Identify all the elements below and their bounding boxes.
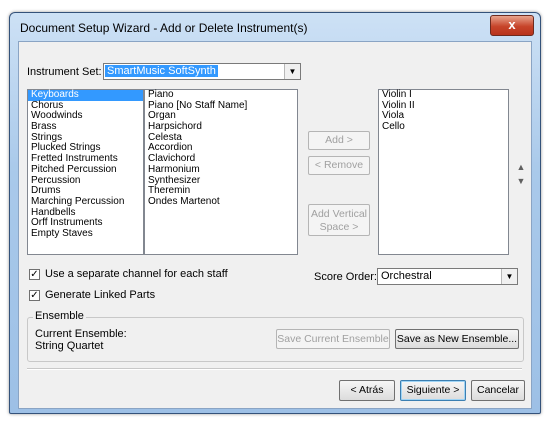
score-order-label: Score Order: — [314, 271, 377, 283]
family-list-item[interactable]: Empty Staves — [28, 228, 143, 240]
add-button-label: Add > — [325, 134, 353, 146]
instrument-set-select[interactable]: SmartMusic SoftSynth ▼ — [103, 63, 301, 80]
cancel-button[interactable]: Cancelar — [471, 380, 525, 401]
save-new-ensemble-label: Save as New Ensemble... — [396, 333, 518, 345]
dialog-body: Instrument Set: SmartMusic SoftSynth ▼ K… — [18, 41, 532, 409]
selected-instrument-list-item[interactable]: Cello — [379, 121, 508, 133]
back-button[interactable]: < Atrás — [339, 380, 395, 401]
instrument-set-value: SmartMusic SoftSynth — [105, 65, 218, 77]
close-button[interactable]: x — [490, 15, 534, 36]
family-list-item[interactable]: Marching Percussion — [28, 196, 143, 208]
linked-parts-label: Generate Linked Parts — [45, 289, 156, 301]
instrument-list[interactable]: Piano Piano [No Staff Name] Organ Harpsicho… — [144, 89, 298, 255]
score-order-select[interactable]: Orchestral ▼ — [377, 268, 518, 285]
instrument-list-item[interactable]: Harmonium — [145, 164, 297, 176]
move-up-icon[interactable]: ▲ — [516, 162, 526, 172]
dialog-window: Document Setup Wizard - Add or Delete In… — [9, 12, 541, 414]
save-current-ensemble-button[interactable]: Save Current Ensemble — [276, 329, 390, 349]
save-current-ensemble-label: Save Current Ensemble — [277, 333, 389, 345]
separate-channel-label: Use a separate channel for each staff — [45, 268, 228, 280]
cancel-button-label: Cancelar — [476, 384, 520, 396]
add-vertical-space-label-1: Add Vertical — [310, 208, 368, 220]
next-button[interactable]: Siguiente > — [400, 380, 466, 401]
instrument-set-label: Instrument Set: — [27, 66, 102, 78]
remove-button-label: < Remove — [314, 159, 364, 171]
current-ensemble-value: String Quartet — [35, 340, 104, 352]
remove-button[interactable]: < Remove — [308, 156, 370, 175]
close-icon: x — [508, 17, 516, 32]
chevron-down-icon[interactable]: ▼ — [284, 64, 300, 79]
separator — [27, 368, 522, 370]
separate-channel-checkbox[interactable]: ✓ — [29, 269, 40, 280]
ensemble-group-label: Ensemble — [33, 310, 86, 322]
current-ensemble-label: Current Ensemble: — [35, 328, 127, 340]
next-button-label: Siguiente > — [406, 384, 460, 396]
add-vertical-space-label-2: Space > — [319, 221, 359, 233]
family-list-item[interactable]: Pitched Percussion — [28, 164, 143, 176]
title-bar[interactable]: Document Setup Wizard - Add or Delete In… — [10, 13, 540, 41]
selected-instruments-list[interactable]: Violin I Violin II Viola Cello — [378, 89, 509, 255]
score-order-value: Orchestral — [381, 270, 432, 282]
linked-parts-checkbox[interactable]: ✓ — [29, 290, 40, 301]
family-list[interactable]: Keyboards Chorus Woodwinds Brass Strings Pluc… — [27, 89, 144, 255]
add-button[interactable]: Add > — [308, 131, 370, 150]
add-vertical-space-button[interactable]: Add Vertical Space > — [308, 204, 370, 236]
move-down-icon[interactable]: ▼ — [516, 176, 526, 186]
back-button-label: < Atrás — [350, 384, 384, 396]
chevron-down-icon[interactable]: ▼ — [501, 269, 517, 284]
window-title: Document Setup Wizard - Add or Delete In… — [20, 21, 308, 35]
save-new-ensemble-button[interactable]: Save as New Ensemble... — [395, 329, 519, 349]
instrument-list-item[interactable]: Ondes Martenot — [145, 196, 297, 208]
